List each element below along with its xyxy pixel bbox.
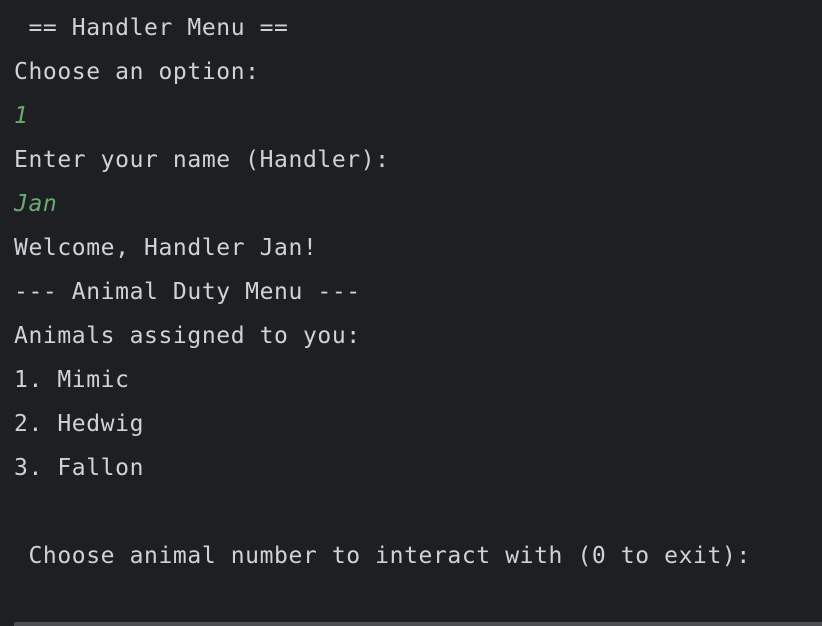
handler-menu-header: == Handler Menu == [14, 15, 289, 41]
enter-name-prompt: Enter your name (Handler): [14, 147, 390, 173]
animals-assigned-label: Animals assigned to you: [14, 323, 361, 349]
choose-option-prompt: Choose an option: [14, 59, 260, 85]
welcome-message: Welcome, Handler Jan! [14, 235, 318, 261]
animal-list-item: 2. Hedwig [14, 411, 145, 437]
horizontal-scrollbar[interactable] [14, 622, 822, 626]
run-console-output[interactable]: == Handler Menu == Choose an option: 1 E… [0, 0, 822, 626]
animal-list-item: 1. Mimic [14, 367, 130, 393]
user-input-option: 1 [14, 103, 29, 129]
choose-animal-prompt: Choose animal number to interact with (0… [14, 543, 751, 569]
animal-duty-menu-header: --- Animal Duty Menu --- [14, 279, 361, 305]
user-input-name: Jan [14, 191, 58, 217]
animal-list-item: 3. Fallon [14, 455, 145, 481]
